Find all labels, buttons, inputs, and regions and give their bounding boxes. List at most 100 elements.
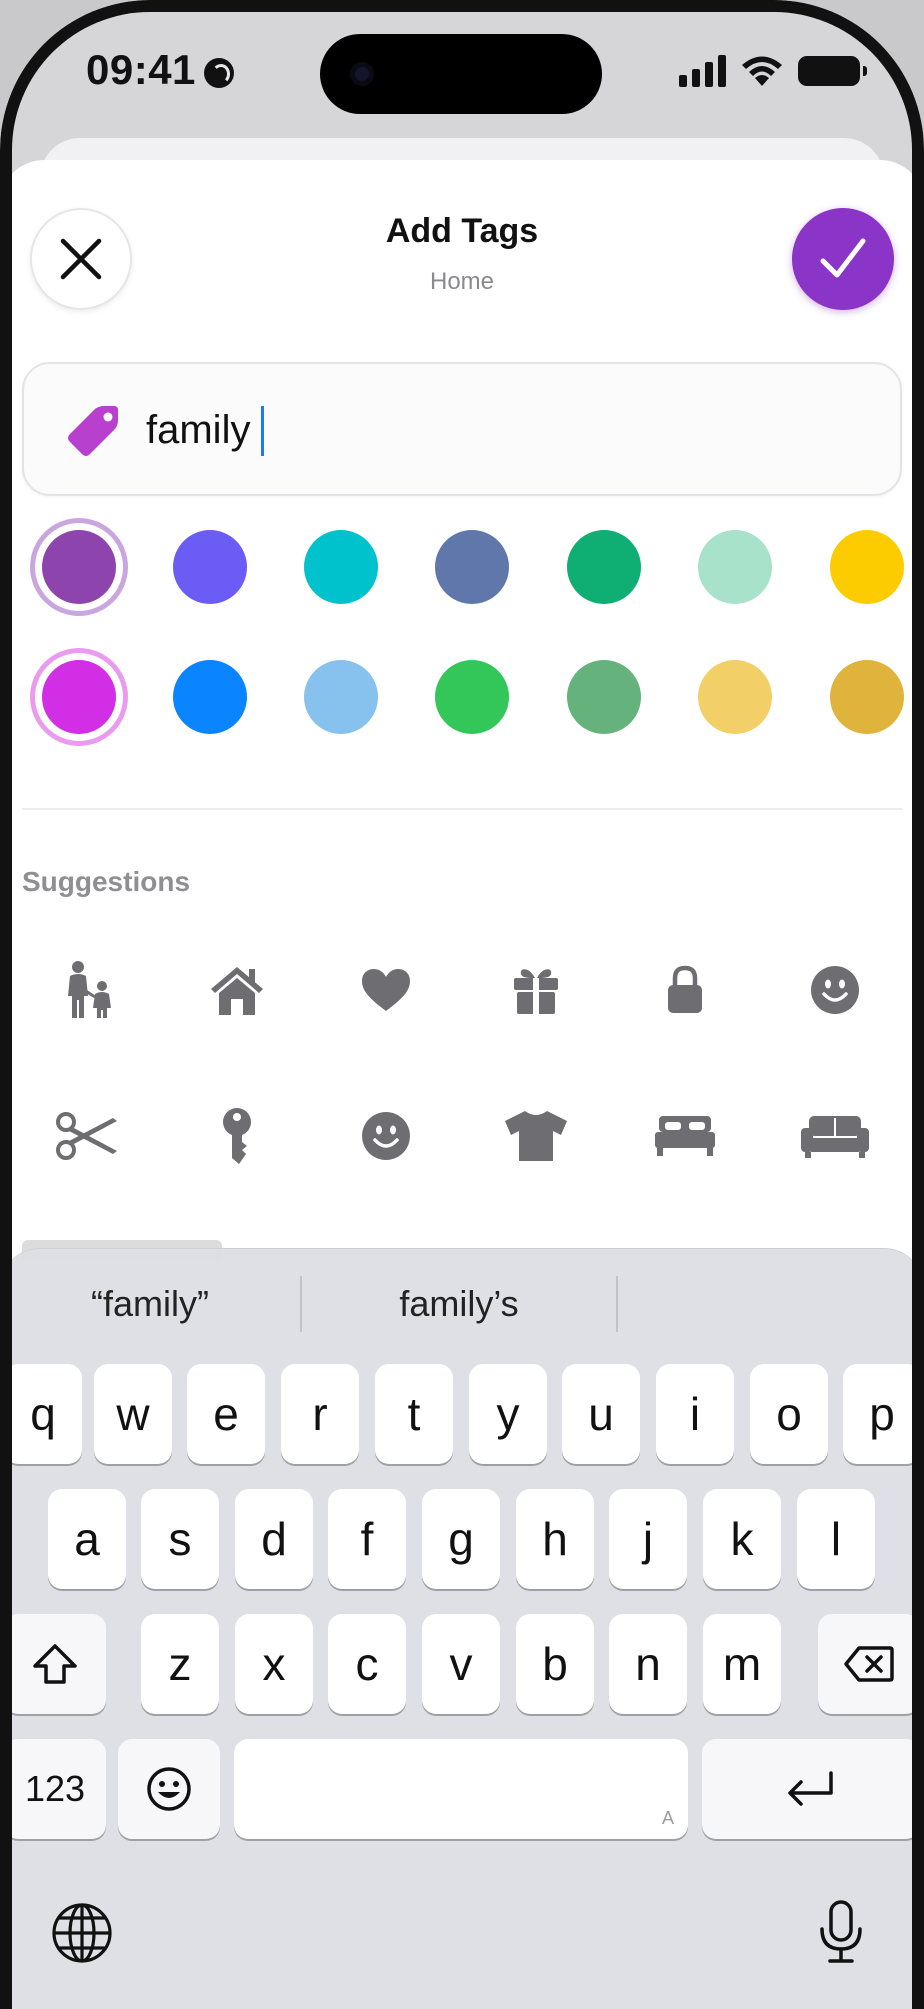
tag-icon	[68, 406, 118, 456]
house-icon	[211, 967, 263, 1015]
key-t[interactable]: t	[375, 1364, 453, 1464]
key-c[interactable]: c	[328, 1614, 406, 1714]
suggestion-house[interactable]	[182, 935, 292, 1045]
key-m[interactable]: m	[703, 1614, 781, 1714]
family-icon	[68, 961, 111, 1018]
emoji-icon	[147, 1767, 191, 1811]
delete-key[interactable]	[818, 1614, 920, 1714]
emoji-key[interactable]	[118, 1739, 220, 1839]
color-swatch-mustard[interactable]	[830, 660, 904, 734]
tag-field[interactable]	[22, 362, 902, 496]
prediction-possessive[interactable]: family’s	[302, 1283, 616, 1325]
wifi-icon	[742, 56, 782, 86]
key-l[interactable]: l	[797, 1489, 875, 1589]
color-swatch-cyan[interactable]	[304, 530, 378, 604]
suggestion-heart[interactable]	[331, 935, 441, 1045]
key-z[interactable]: z	[141, 1614, 219, 1714]
key-a[interactable]: a	[48, 1489, 126, 1589]
suggestion-scissors[interactable]	[33, 1081, 143, 1191]
shift-key[interactable]	[4, 1614, 106, 1714]
suggestion-smiley-2[interactable]	[331, 1081, 441, 1191]
sofa-icon	[801, 1116, 869, 1158]
color-swatch-light-yellow[interactable]	[698, 660, 772, 734]
color-swatch-sage[interactable]	[567, 660, 641, 734]
prediction-bar: “family” family’s	[0, 1249, 924, 1359]
key-d[interactable]: d	[235, 1489, 313, 1589]
key-h[interactable]: h	[516, 1489, 594, 1589]
status-indicators	[679, 54, 867, 88]
gift-icon	[514, 969, 558, 1014]
return-icon	[788, 1771, 833, 1806]
color-swatch-indigo[interactable]	[173, 530, 247, 604]
key-i[interactable]: i	[656, 1364, 734, 1464]
color-swatch-green[interactable]	[567, 530, 641, 604]
suggestion-gift[interactable]	[481, 935, 591, 1045]
prediction-divider	[616, 1276, 618, 1332]
color-swatch-bright-green[interactable]	[435, 660, 509, 734]
status-bar: 09:41	[0, 0, 924, 140]
key-j[interactable]: j	[609, 1489, 687, 1589]
key-b[interactable]: b	[516, 1614, 594, 1714]
key-r[interactable]: r	[281, 1364, 359, 1464]
delete-icon	[844, 1646, 894, 1682]
smiley-icon	[362, 1112, 410, 1160]
globe-icon	[52, 1903, 112, 1963]
text-cursor	[261, 406, 264, 456]
key-p[interactable]: p	[843, 1364, 921, 1464]
key-v[interactable]: v	[422, 1614, 500, 1714]
scissors-icon	[56, 1112, 117, 1160]
key-f[interactable]: f	[328, 1489, 406, 1589]
suggestion-family[interactable]	[33, 935, 143, 1045]
key-s[interactable]: s	[141, 1489, 219, 1589]
suggestion-key[interactable]	[182, 1081, 292, 1191]
battery-icon	[798, 56, 867, 86]
prediction-quoted[interactable]: “family”	[0, 1283, 300, 1325]
microphone-icon	[820, 1900, 862, 1963]
suggestion-bed[interactable]	[630, 1081, 740, 1191]
key-q[interactable]: q	[4, 1364, 82, 1464]
color-swatch-slate-blue[interactable]	[435, 530, 509, 604]
key-x[interactable]: x	[235, 1614, 313, 1714]
smiley-icon	[811, 966, 859, 1014]
dynamic-island	[320, 34, 602, 114]
color-swatch-mint[interactable]	[698, 530, 772, 604]
space-key-mark: A	[661, 1808, 674, 1828]
color-swatch-yellow[interactable]	[830, 530, 904, 604]
key-e[interactable]: e	[187, 1364, 265, 1464]
numbers-key[interactable]: 123	[4, 1739, 106, 1839]
suggestions-heading: Suggestions	[22, 866, 191, 897]
dictation-button[interactable]	[806, 1889, 876, 1975]
suggestion-lock[interactable]	[630, 935, 740, 1045]
space-key[interactable]: A	[234, 1739, 688, 1839]
phone-screen: 09:41 Add Tags Home family Suggestions “…	[0, 0, 924, 2009]
key-o[interactable]: o	[750, 1364, 828, 1464]
keyboard: “family” family’s q w e r t y u i o p a …	[0, 1248, 924, 2009]
checkmark-icon	[820, 238, 866, 278]
tag-name-input[interactable]	[146, 404, 706, 456]
suggestion-smiley[interactable]	[780, 935, 890, 1045]
key-n[interactable]: n	[609, 1614, 687, 1714]
color-swatch-magenta[interactable]	[42, 660, 116, 734]
key-w[interactable]: w	[94, 1364, 172, 1464]
color-swatch-purple[interactable]	[42, 530, 116, 604]
key-u[interactable]: u	[562, 1364, 640, 1464]
cellular-signal-icon	[679, 55, 726, 87]
key-g[interactable]: g	[422, 1489, 500, 1589]
key-k[interactable]: k	[703, 1489, 781, 1589]
return-key[interactable]	[702, 1739, 920, 1839]
color-swatch-blue[interactable]	[173, 660, 247, 734]
page-subtitle: Home	[429, 268, 495, 295]
tshirt-icon	[505, 1111, 567, 1161]
shift-icon	[33, 1644, 77, 1684]
lock-icon	[668, 965, 702, 1013]
suggestion-sofa[interactable]	[780, 1081, 890, 1191]
globe-button[interactable]	[44, 1895, 120, 1971]
globe-location-icon	[204, 58, 234, 88]
camera-icon	[350, 62, 374, 86]
key-y[interactable]: y	[469, 1364, 547, 1464]
suggestion-tshirt[interactable]	[481, 1081, 591, 1191]
key-icon	[223, 1108, 251, 1164]
done-button[interactable]	[792, 208, 894, 310]
status-time: 09:41	[86, 46, 196, 93]
color-swatch-light-blue[interactable]	[304, 660, 378, 734]
